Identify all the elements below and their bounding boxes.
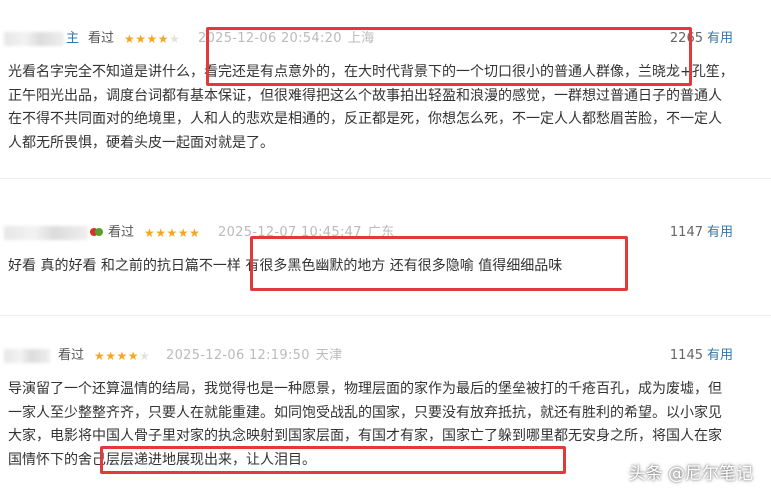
divider <box>0 315 771 316</box>
star-filled-icon: ★ <box>177 226 190 240</box>
badge-icon <box>90 228 103 236</box>
star-filled-icon: ★ <box>105 349 117 363</box>
star-empty-icon: ★ <box>169 32 181 46</box>
rating-stars: ★★★★★ <box>94 345 150 367</box>
star-filled-icon: ★ <box>189 226 201 240</box>
star-filled-icon: ★ <box>144 226 156 240</box>
username-blurred <box>4 349 50 363</box>
star-filled-icon: ★ <box>127 349 140 363</box>
useful-button[interactable]: 有用 <box>707 222 733 244</box>
star-filled-icon: ★ <box>116 349 128 363</box>
timestamp: 2025-12-06 12:19:50 <box>166 348 310 363</box>
username-blurred <box>4 32 64 46</box>
review-meta: 看过 ★★★★★ 2025-12-06 12:19:50 天津 1145 有用 <box>0 345 771 367</box>
rating-stars: ★★★★★ <box>144 222 200 244</box>
rating-stars: ★★★★★ <box>124 28 180 50</box>
highlight-box <box>206 27 692 86</box>
review-time: 2025-12-06 12:19:50 天津 <box>166 345 342 367</box>
star-filled-icon: ★ <box>155 226 167 240</box>
username[interactable]: 主 <box>66 28 79 50</box>
watched-label: 看过 <box>58 348 85 363</box>
highlight-box <box>250 236 628 291</box>
star-filled-icon: ★ <box>166 226 178 240</box>
watermark: 头条 @尼尔笔记 <box>628 464 753 484</box>
highlight-box <box>100 446 566 474</box>
star-filled-icon: ★ <box>157 32 170 46</box>
star-empty-icon: ★ <box>139 349 151 363</box>
username-blurred <box>4 226 88 240</box>
divider <box>0 178 771 179</box>
location: 天津 <box>315 348 343 363</box>
useful-button[interactable]: 有用 <box>707 28 733 50</box>
watched-label: 看过 <box>108 225 135 240</box>
useful-count: 1145 <box>669 348 703 363</box>
star-filled-icon: ★ <box>94 349 106 363</box>
star-filled-icon: ★ <box>124 32 136 46</box>
watched-label: 看过 <box>88 31 115 46</box>
star-filled-icon: ★ <box>135 32 147 46</box>
useful-button[interactable]: 有用 <box>707 345 733 367</box>
useful-count: 1147 <box>669 225 703 240</box>
star-filled-icon: ★ <box>146 32 158 46</box>
